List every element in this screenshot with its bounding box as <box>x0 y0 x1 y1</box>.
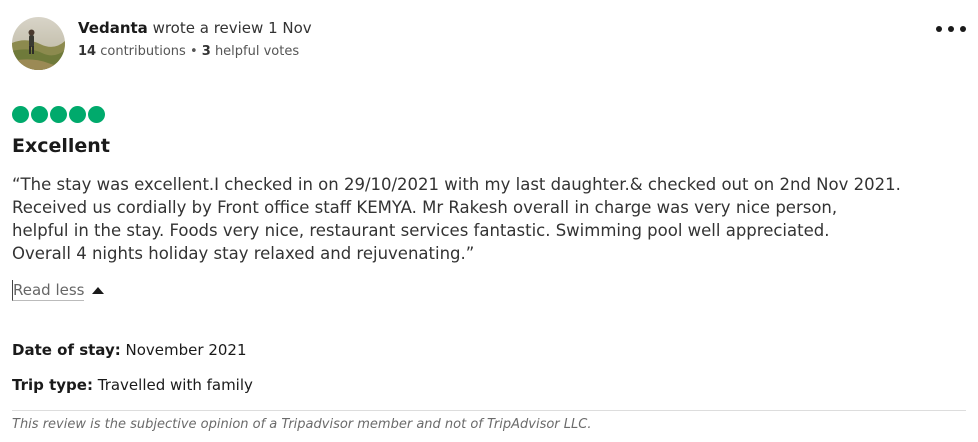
rating-bubble-icon <box>31 106 48 123</box>
review-title: Excellent <box>12 135 110 157</box>
review-header: Vedanta wrote a review 1 Nov 14 contribu… <box>12 17 966 71</box>
rating-bubble-icon <box>88 106 105 123</box>
author-stats: 14 contributions • 3 helpful votes <box>78 43 299 61</box>
read-less-label[interactable]: Read less <box>12 280 85 301</box>
dot <box>960 26 966 32</box>
review-text-line: Received us cordially by Front office st… <box>12 198 838 217</box>
review-text-line: “The stay was excellent.I checked in on … <box>12 175 901 194</box>
review-text-line: helpful in the stay. Foods very nice, re… <box>12 221 830 240</box>
trip-type-label: Trip type: <box>12 376 93 394</box>
caret-up-icon <box>92 287 105 294</box>
rating-bubbles <box>12 106 105 123</box>
contributions-count: 14 <box>78 44 97 59</box>
date-of-stay: Date of stay: November 2021 <box>12 340 247 360</box>
rating-bubble-icon <box>50 106 67 123</box>
review-text: “The stay was excellent.I checked in on … <box>12 173 970 265</box>
more-options-icon[interactable] <box>936 19 966 39</box>
read-less-button[interactable]: Read less <box>12 280 105 301</box>
review-date: 1 Nov <box>268 19 312 37</box>
helpful-count: 3 <box>201 44 211 59</box>
divider <box>12 410 966 411</box>
review-text-line: Overall 4 nights holiday stay relaxed an… <box>12 244 475 263</box>
author-name[interactable]: Vedanta <box>78 19 148 37</box>
stats-separator: • <box>189 44 198 59</box>
rating-bubble-icon <box>69 106 86 123</box>
contributions-label: contributions <box>100 44 186 59</box>
review-disclaimer: This review is the subjective opinion of… <box>12 417 592 432</box>
helpful-label: helpful votes <box>214 44 300 59</box>
date-of-stay-value: November 2021 <box>125 341 247 359</box>
date-of-stay-label: Date of stay: <box>12 341 121 359</box>
review-action-text: wrote a review <box>152 19 264 37</box>
trip-type-value: Travelled with family <box>97 376 253 394</box>
author-line: Vedanta wrote a review 1 Nov <box>78 18 312 38</box>
rating-bubble-icon <box>12 106 29 123</box>
dot <box>948 26 954 32</box>
author-avatar[interactable] <box>12 17 65 70</box>
avatar-photo-icon <box>12 17 65 70</box>
dot <box>936 26 942 32</box>
trip-type: Trip type: Travelled with family <box>12 375 253 395</box>
